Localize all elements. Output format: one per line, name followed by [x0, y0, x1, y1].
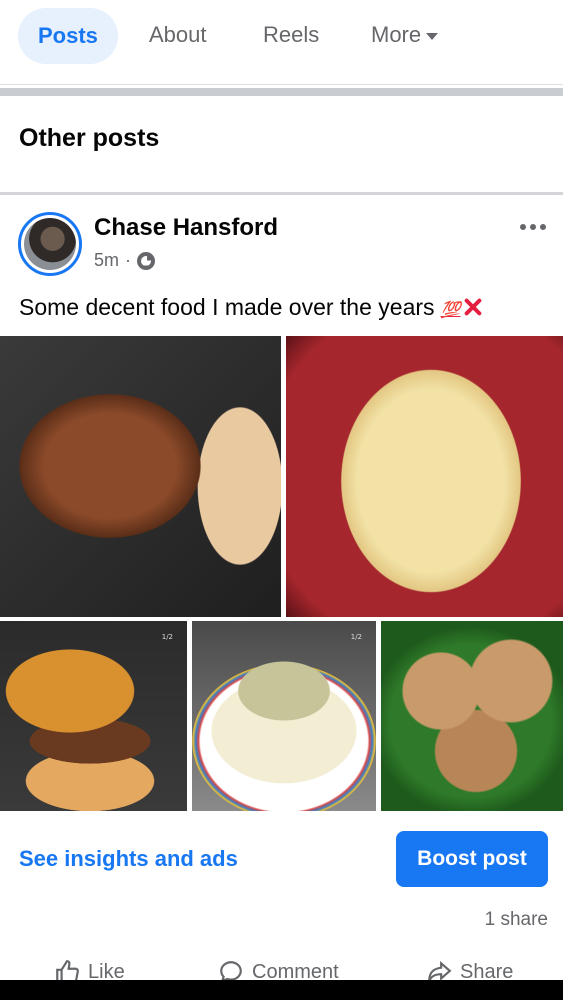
section-separator: [0, 88, 563, 96]
post-author-name[interactable]: Chase Hansford: [94, 214, 278, 242]
tab-more[interactable]: More: [371, 22, 439, 48]
tab-reels-label: Reels: [263, 22, 320, 47]
hundred-points-emoji: 💯: [440, 302, 461, 319]
tab-posts-label: Posts: [38, 23, 98, 48]
anger-symbol-emoji: [462, 296, 484, 318]
tab-more-label: More: [371, 22, 422, 47]
globe-icon: [137, 251, 156, 270]
post-photo-4[interactable]: 1/2: [192, 621, 376, 811]
post-photo-5[interactable]: [381, 621, 563, 811]
boost-post-button[interactable]: Boost post: [396, 831, 548, 887]
post-photo-1[interactable]: [0, 336, 281, 617]
tab-about[interactable]: About: [149, 22, 207, 48]
more-options-icon[interactable]: [520, 224, 546, 230]
photo-tag: 1/2: [161, 633, 173, 641]
post-caption-text: Some decent food I made over the years: [19, 294, 435, 320]
divider: [0, 84, 563, 85]
post-photo-2[interactable]: [286, 336, 563, 617]
meta-separator: ·: [125, 250, 132, 270]
post-time[interactable]: 5m: [94, 250, 119, 271]
see-insights-link[interactable]: See insights and ads: [19, 846, 238, 872]
profile-tab-bar: Posts About Reels More: [0, 0, 563, 84]
post-caption: Some decent food I made over the years 💯: [19, 294, 484, 321]
divider: [0, 192, 563, 195]
photo-tag: 1/2: [350, 633, 362, 641]
tab-reels[interactable]: Reels: [263, 22, 319, 48]
avatar[interactable]: [24, 218, 76, 270]
caret-down-icon: [426, 33, 439, 40]
share-count[interactable]: 1 share: [485, 909, 548, 931]
tab-about-label: About: [149, 22, 207, 47]
tab-posts[interactable]: Posts: [18, 8, 118, 64]
system-navigation-bar: [0, 980, 563, 1000]
post-photo-3[interactable]: 1/2: [0, 621, 187, 811]
post-meta: 5m ·: [94, 250, 156, 271]
section-title: Other posts: [19, 124, 160, 152]
